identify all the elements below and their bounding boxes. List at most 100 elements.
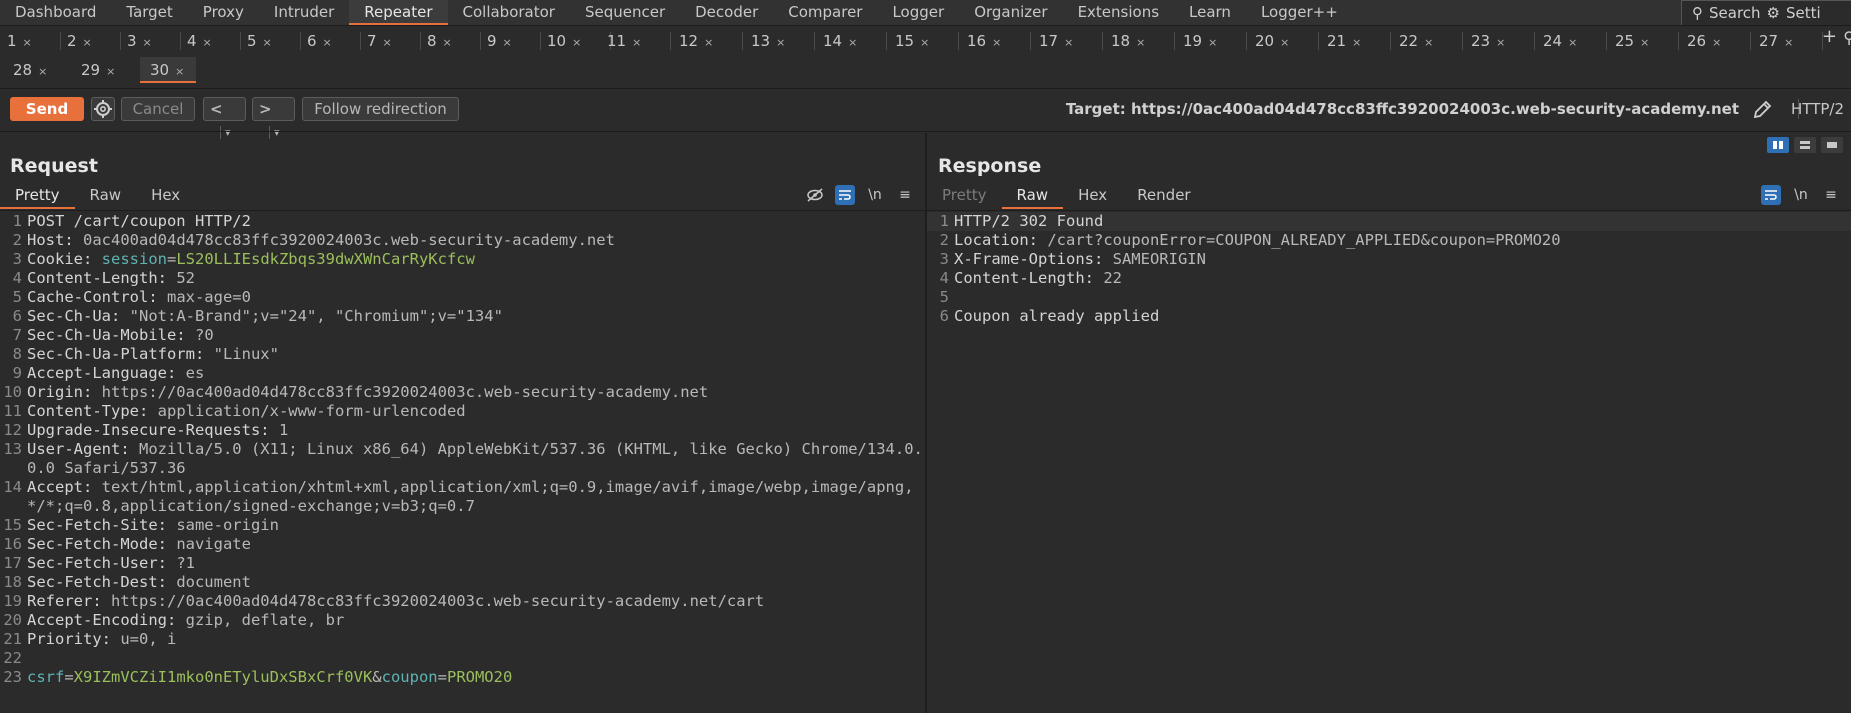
repeater-tab-8[interactable]: 8 × bbox=[424, 28, 478, 54]
cancel-button[interactable]: Cancel bbox=[121, 97, 195, 121]
add-tab-icon[interactable]: + bbox=[1822, 26, 1837, 47]
nav-item-repeater[interactable]: Repeater bbox=[349, 0, 448, 25]
close-icon[interactable]: × bbox=[848, 36, 857, 49]
nav-item-collaborator[interactable]: Collaborator bbox=[448, 0, 570, 25]
repeater-tab-18[interactable]: 18 × bbox=[1108, 28, 1172, 54]
repeater-tab-7[interactable]: 7 × bbox=[364, 28, 418, 54]
edit-target-icon[interactable] bbox=[1751, 99, 1773, 121]
show-newlines-toggle[interactable]: \n bbox=[1791, 185, 1811, 205]
close-icon[interactable]: × bbox=[776, 36, 785, 49]
nav-item-logger-[interactable]: Logger++ bbox=[1246, 0, 1353, 25]
repeater-tab-16[interactable]: 16 × bbox=[964, 28, 1028, 54]
response-tab-raw[interactable]: Raw bbox=[1001, 183, 1064, 209]
close-icon[interactable]: × bbox=[1208, 36, 1217, 49]
close-icon[interactable]: × bbox=[1280, 36, 1289, 49]
menu-icon[interactable]: ≡ bbox=[895, 185, 915, 205]
nav-item-logger[interactable]: Logger bbox=[877, 0, 959, 25]
close-icon[interactable]: × bbox=[1640, 36, 1649, 49]
response-tab-hex[interactable]: Hex bbox=[1063, 183, 1122, 209]
repeater-tab-28[interactable]: 28 × bbox=[10, 57, 70, 83]
close-icon[interactable]: × bbox=[263, 36, 272, 49]
repeater-tab-24[interactable]: 24 × bbox=[1540, 28, 1604, 54]
nav-item-comparer[interactable]: Comparer bbox=[773, 0, 877, 25]
request-tab-hex[interactable]: Hex bbox=[136, 183, 195, 209]
close-icon[interactable]: × bbox=[175, 65, 184, 78]
close-icon[interactable]: × bbox=[23, 36, 32, 49]
repeater-tab-30[interactable]: 30 × bbox=[140, 57, 196, 83]
nav-item-proxy[interactable]: Proxy bbox=[188, 0, 259, 25]
show-newlines-toggle[interactable]: \n bbox=[865, 185, 885, 205]
close-icon[interactable]: × bbox=[323, 36, 332, 49]
nav-item-organizer[interactable]: Organizer bbox=[959, 0, 1062, 25]
close-icon[interactable]: × bbox=[1496, 36, 1505, 49]
repeater-tab-26[interactable]: 26 × bbox=[1684, 28, 1748, 54]
forward-button[interactable]: > ▾ bbox=[252, 97, 295, 139]
layout-stacked-icon[interactable] bbox=[1794, 137, 1816, 153]
search-label[interactable]: Search bbox=[1709, 4, 1761, 22]
protocol-label[interactable]: HTTP/2 bbox=[1791, 97, 1844, 121]
close-icon[interactable]: × bbox=[203, 36, 212, 49]
nav-item-extensions[interactable]: Extensions bbox=[1063, 0, 1174, 25]
follow-redirection-button[interactable]: Follow redirection bbox=[302, 97, 459, 121]
close-icon[interactable]: × bbox=[1784, 36, 1793, 49]
close-icon[interactable]: × bbox=[443, 36, 452, 49]
repeater-tab-21[interactable]: 21 × bbox=[1324, 28, 1388, 54]
repeater-tab-12[interactable]: 12 × bbox=[676, 28, 740, 54]
layout-side-by-side-icon[interactable] bbox=[1767, 137, 1789, 153]
gear-icon[interactable]: ⚙ bbox=[1767, 4, 1780, 22]
menu-icon[interactable]: ≡ bbox=[1821, 185, 1841, 205]
wrap-lines-icon[interactable] bbox=[835, 185, 855, 205]
close-icon[interactable]: × bbox=[992, 36, 1001, 49]
repeater-tab-9[interactable]: 9 × bbox=[484, 28, 538, 54]
repeater-tab-14[interactable]: 14 × bbox=[820, 28, 884, 54]
close-icon[interactable]: × bbox=[1568, 36, 1577, 49]
search-tabs-icon[interactable]: ⚲ bbox=[1843, 28, 1851, 47]
close-icon[interactable]: × bbox=[106, 65, 115, 78]
repeater-tab-25[interactable]: 25 × bbox=[1612, 28, 1676, 54]
layout-tabs-icon[interactable] bbox=[1821, 137, 1843, 153]
request-tab-pretty[interactable]: Pretty bbox=[0, 183, 75, 209]
close-icon[interactable]: × bbox=[503, 36, 512, 49]
nav-item-dashboard[interactable]: Dashboard bbox=[0, 0, 111, 25]
repeater-tab-27[interactable]: 27 × bbox=[1756, 28, 1820, 54]
repeater-tab-4[interactable]: 4 × bbox=[184, 28, 238, 54]
repeater-tab-2[interactable]: 2 × bbox=[64, 28, 118, 54]
nav-item-target[interactable]: Target bbox=[111, 0, 187, 25]
search-icon[interactable]: ⚲ bbox=[1692, 4, 1703, 22]
close-icon[interactable]: × bbox=[1352, 36, 1361, 49]
back-button[interactable]: < ▾ bbox=[203, 97, 246, 139]
close-icon[interactable]: × bbox=[920, 36, 929, 49]
hide-nonprintable-icon[interactable] bbox=[805, 185, 825, 205]
settings-label[interactable]: Setti bbox=[1786, 4, 1821, 22]
close-icon[interactable]: × bbox=[704, 36, 713, 49]
close-icon[interactable]: × bbox=[383, 36, 392, 49]
wrap-lines-icon[interactable] bbox=[1761, 185, 1781, 205]
close-icon[interactable]: × bbox=[632, 36, 641, 49]
close-icon[interactable]: × bbox=[143, 36, 152, 49]
repeater-tab-5[interactable]: 5 × bbox=[244, 28, 298, 54]
close-icon[interactable]: × bbox=[1136, 36, 1145, 49]
repeater-tab-23[interactable]: 23 × bbox=[1468, 28, 1532, 54]
repeater-tab-17[interactable]: 17 × bbox=[1036, 28, 1100, 54]
nav-item-decoder[interactable]: Decoder bbox=[680, 0, 773, 25]
send-options-button[interactable] bbox=[91, 97, 115, 121]
repeater-tab-1[interactable]: 1 × bbox=[4, 28, 58, 54]
request-editor[interactable]: 1 POST /cart/coupon HTTP/2 2 Host: 0ac400ad… bbox=[0, 212, 925, 687]
close-icon[interactable]: × bbox=[1424, 36, 1433, 49]
close-icon[interactable]: × bbox=[1712, 36, 1721, 49]
repeater-tab-3[interactable]: 3 × bbox=[124, 28, 178, 54]
repeater-tab-20[interactable]: 20 × bbox=[1252, 28, 1316, 54]
response-tab-pretty[interactable]: Pretty bbox=[927, 183, 1002, 209]
send-button[interactable]: Send bbox=[10, 97, 84, 121]
nav-item-sequencer[interactable]: Sequencer bbox=[570, 0, 680, 25]
nav-item-intruder[interactable]: Intruder bbox=[259, 0, 349, 25]
repeater-tab-22[interactable]: 22 × bbox=[1396, 28, 1460, 54]
repeater-tab-29[interactable]: 29 × bbox=[78, 57, 138, 83]
close-icon[interactable]: × bbox=[83, 36, 92, 49]
repeater-tab-15[interactable]: 15 × bbox=[892, 28, 956, 54]
response-editor[interactable]: 1 HTTP/2 302 Found 2 Location: /cart?coupon… bbox=[927, 212, 1851, 326]
close-icon[interactable]: × bbox=[38, 65, 47, 78]
repeater-tab-10[interactable]: 10 × bbox=[544, 28, 608, 54]
close-icon[interactable]: × bbox=[1064, 36, 1073, 49]
close-icon[interactable]: × bbox=[572, 36, 581, 49]
